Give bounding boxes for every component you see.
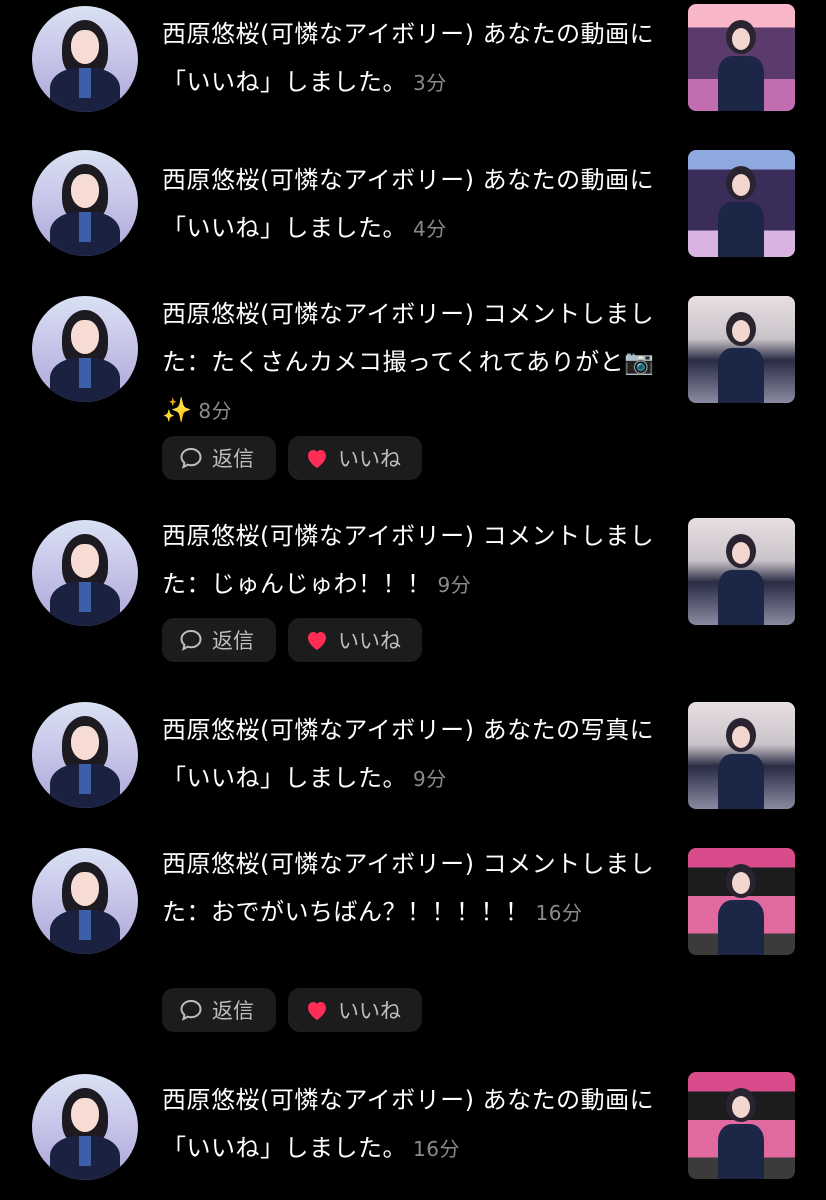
avatar[interactable] xyxy=(32,150,138,256)
notification-message: 西原悠桜(可憐なアイボリー) コメントしました：じゅんじゅわ！！！ xyxy=(162,522,655,598)
timestamp: 4分 xyxy=(413,217,447,241)
comment-actions: 返信 いいね xyxy=(162,618,422,662)
speech-bubble-icon xyxy=(178,627,204,653)
reply-label: 返信 xyxy=(212,999,254,1023)
video-thumbnail[interactable] xyxy=(688,518,795,625)
video-thumbnail[interactable] xyxy=(688,150,795,257)
like-button[interactable]: いいね xyxy=(288,436,422,480)
reply-button[interactable]: 返信 xyxy=(162,988,276,1032)
like-label: いいね xyxy=(338,447,401,471)
notification-message: 西原悠桜(可憐なアイボリー) あなたの動画に「いいね」しました。 xyxy=(162,20,655,96)
notification-message: 西原悠桜(可憐なアイボリー) あなたの動画に「いいね」しました。 xyxy=(162,1086,655,1162)
avatar[interactable] xyxy=(32,702,138,808)
speech-bubble-icon xyxy=(178,445,204,471)
reply-button[interactable]: 返信 xyxy=(162,618,276,662)
timestamp: 9分 xyxy=(437,573,472,597)
avatar[interactable] xyxy=(32,6,138,112)
timestamp: 16分 xyxy=(535,901,583,925)
avatar[interactable] xyxy=(32,296,138,402)
reply-button[interactable]: 返信 xyxy=(162,436,276,480)
reply-label: 返信 xyxy=(212,447,254,471)
avatar[interactable] xyxy=(32,1074,138,1180)
notification-message: 西原悠桜(可憐なアイボリー) あなたの写真に「いいね」しました。 xyxy=(162,716,655,792)
video-thumbnail[interactable] xyxy=(688,4,795,111)
notification-message: 西原悠桜(可憐なアイボリー) コメントしました：たくさんカメコ撮ってくれてありが… xyxy=(162,300,655,424)
like-button[interactable]: いいね xyxy=(288,988,422,1032)
heart-icon xyxy=(304,627,330,653)
heart-icon xyxy=(304,997,330,1023)
heart-icon xyxy=(304,445,330,471)
notification-text: 西原悠桜(可憐なアイボリー) コメントしました：じゅんじゅわ！！！ 9分 xyxy=(162,512,656,609)
video-thumbnail[interactable] xyxy=(688,296,795,403)
photo-thumbnail[interactable] xyxy=(688,702,795,809)
comment-actions: 返信 いいね xyxy=(162,436,422,480)
timestamp: 9分 xyxy=(413,767,447,791)
notification-text: 西原悠桜(可憐なアイボリー) コメントしました：おでがいちばん？！！！！！ 16分 xyxy=(162,840,656,937)
notification-text: 西原悠桜(可憐なアイボリー) あなたの写真に「いいね」しました。 9分 xyxy=(162,706,656,803)
comment-actions: 返信 いいね xyxy=(162,988,422,1032)
notification-text: 西原悠桜(可憐なアイボリー) あなたの動画に「いいね」しました。 16分 xyxy=(162,1076,656,1173)
timestamp: 3分 xyxy=(413,71,447,95)
notification-text: 西原悠桜(可憐なアイボリー) あなたの動画に「いいね」しました。 3分 xyxy=(162,10,656,107)
timestamp: 16分 xyxy=(413,1137,460,1161)
speech-bubble-icon xyxy=(178,997,204,1023)
notification-message: 西原悠桜(可憐なアイボリー) あなたの動画に「いいね」しました。 xyxy=(162,166,655,242)
avatar[interactable] xyxy=(32,848,138,954)
like-label: いいね xyxy=(338,629,401,653)
notification-text: 西原悠桜(可憐なアイボリー) コメントしました：たくさんカメコ撮ってくれてありが… xyxy=(162,290,656,435)
timestamp: 8分 xyxy=(198,399,233,423)
notification-text: 西原悠桜(可憐なアイボリー) あなたの動画に「いいね」しました。 4分 xyxy=(162,156,656,253)
reply-label: 返信 xyxy=(212,629,254,653)
like-label: いいね xyxy=(338,999,401,1023)
video-thumbnail[interactable] xyxy=(688,848,795,955)
video-thumbnail[interactable] xyxy=(688,1072,795,1179)
avatar[interactable] xyxy=(32,520,138,626)
like-button[interactable]: いいね xyxy=(288,618,422,662)
